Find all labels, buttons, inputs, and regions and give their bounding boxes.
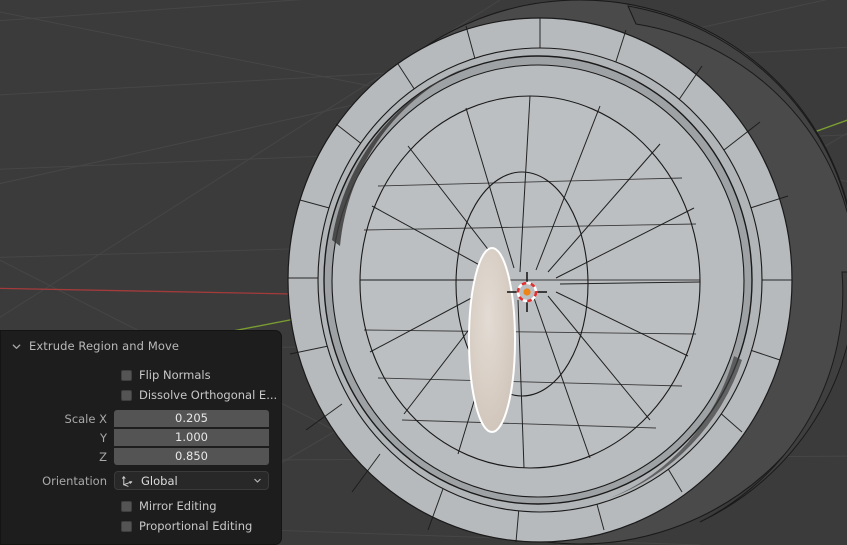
mesh-inner-dish: [359, 95, 701, 469]
dissolve-orthogonal-edges-checkbox[interactable]: [121, 389, 132, 401]
chevron-down-icon[interactable]: [253, 476, 262, 485]
orientation-row[interactable]: Orientation Global: [1, 469, 281, 492]
cursor-origin-dot: [523, 288, 531, 296]
proportional-editing-row[interactable]: Proportional Editing: [1, 516, 281, 536]
dissolve-orthogonal-edges-label: Dissolve Orthogonal E...: [139, 388, 278, 402]
flip-normals-row[interactable]: Flip Normals: [1, 365, 281, 385]
panel-title: Extrude Region and Move: [29, 339, 180, 353]
orientation-axis-icon: [122, 476, 133, 487]
scale-x-label: Scale X: [64, 411, 107, 426]
panel-header[interactable]: Extrude Region and Move: [1, 333, 281, 359]
blender-window: Extrude Region and Move Flip Normals Dis…: [0, 0, 847, 545]
mirror-editing-label: Mirror Editing: [139, 499, 217, 513]
scale-y-row[interactable]: Y 1.000: [1, 428, 281, 447]
mirror-editing-row[interactable]: Mirror Editing: [1, 496, 281, 516]
scale-z-row[interactable]: Z 0.850: [1, 447, 281, 466]
orientation-label: Orientation: [42, 473, 107, 488]
proportional-editing-checkbox[interactable]: [121, 520, 132, 532]
flip-normals-checkbox[interactable]: [121, 369, 132, 381]
extrude-region-and-move-panel[interactable]: Extrude Region and Move Flip Normals Dis…: [0, 330, 282, 545]
orientation-dropdown[interactable]: Global: [114, 471, 269, 490]
chevron-down-icon[interactable]: [11, 341, 22, 352]
scale-x-field[interactable]: 0.205: [114, 410, 269, 427]
scale-y-label: Y: [99, 430, 107, 445]
proportional-editing-label: Proportional Editing: [139, 519, 253, 533]
selected-face[interactable]: [468, 247, 516, 433]
flip-normals-label: Flip Normals: [139, 368, 211, 382]
scale-z-label: Z: [99, 449, 107, 464]
orientation-value: Global: [141, 473, 178, 488]
scale-z-field[interactable]: 0.850: [114, 448, 269, 465]
scale-x-row[interactable]: Scale X 0.205: [1, 409, 281, 428]
dissolve-orthogonal-edges-row[interactable]: Dissolve Orthogonal E...: [1, 385, 281, 405]
scale-y-field[interactable]: 1.000: [114, 429, 269, 446]
mirror-editing-checkbox[interactable]: [121, 500, 132, 512]
